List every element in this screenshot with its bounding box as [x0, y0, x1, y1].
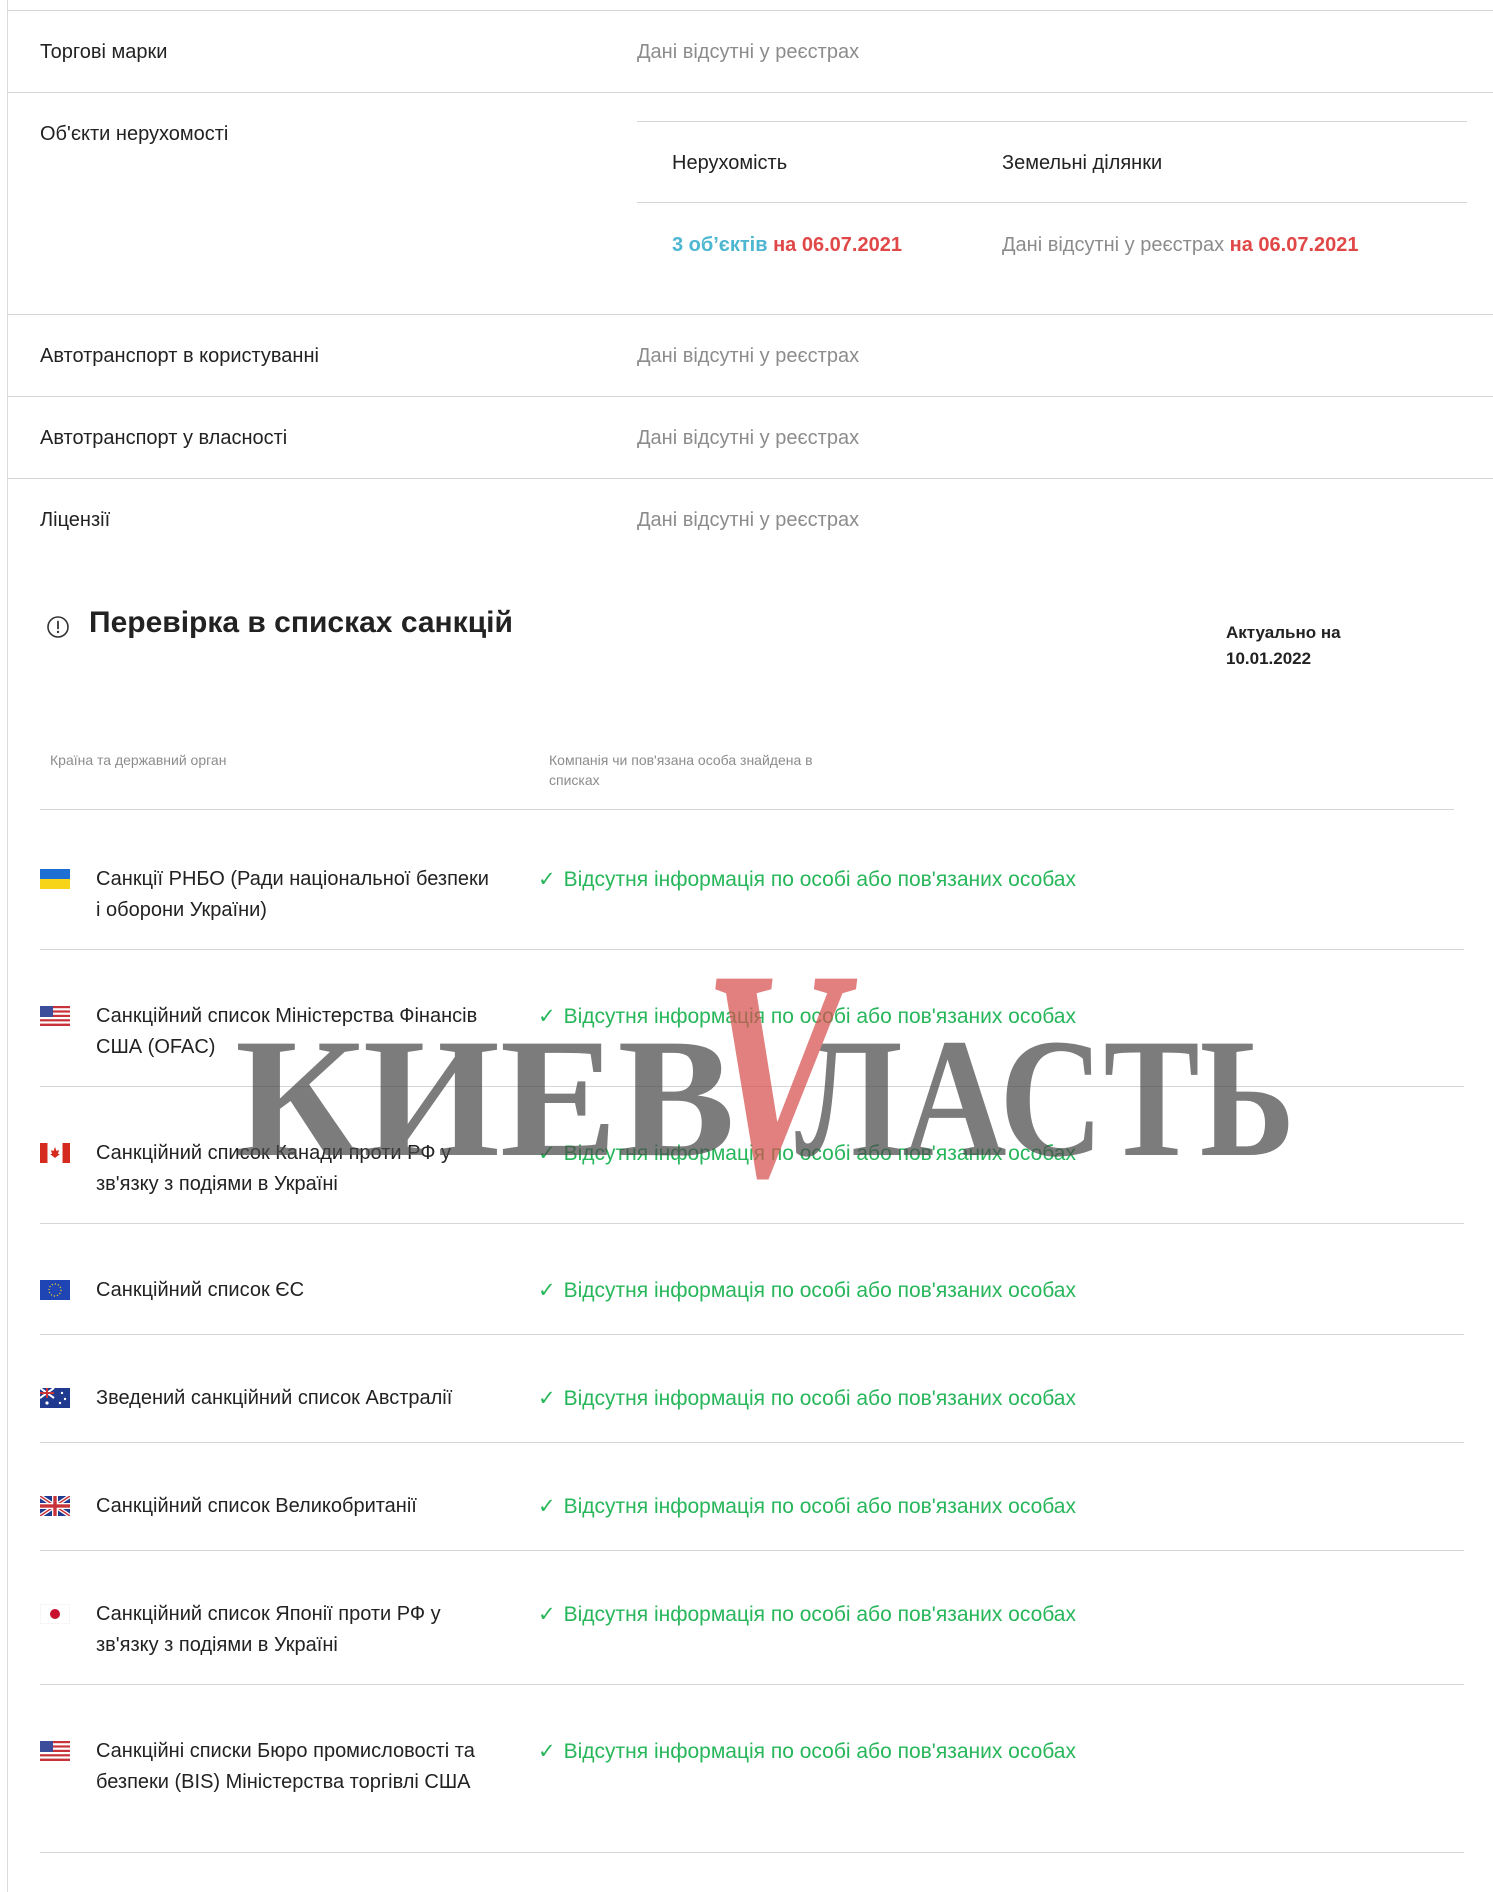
col-country-header: Країна та державний орган [50, 752, 227, 768]
land-value: Дані відсутні у реєстрах [1002, 234, 1225, 256]
usa-flag-icon [40, 1006, 70, 1026]
vehicles-own-value: Дані відсутні у реєстрах [637, 427, 860, 449]
status-text: Відсутня інформація по особі або пов'яза… [563, 1005, 1076, 1028]
land-cell: Дані відсутні у реєстрах на 06.07.2021 [1002, 234, 1359, 257]
sanction-row: Санкційний список Канади проти РФ у зв'я… [40, 1138, 1464, 1224]
sanctions-title: Перевірка в списках санкцій [89, 606, 513, 639]
status-text: Відсутня інформація по особі або пов'яза… [563, 1387, 1076, 1410]
vehicles-use-value: Дані відсутні у реєстрах [637, 345, 860, 367]
sanction-status: ✓ Відсутня інформація по особі або пов'яз… [538, 1001, 1076, 1032]
trademarks-value: Дані відсутні у реєстрах [637, 41, 860, 63]
sanction-row: Санкції РНБО (Ради національної безпеки … [40, 864, 1464, 950]
col-found-line2: списках [549, 772, 600, 788]
status-text: Відсутня інформація по особі або пов'яза… [563, 1279, 1076, 1302]
usa-flag-icon [40, 1741, 70, 1761]
sanction-status: ✓ Відсутня інформація по особі або пов'яз… [538, 864, 1076, 895]
sanction-status: ✓ Відсутня інформація по особі або пов'яз… [538, 1599, 1076, 1630]
col-found-header: Компанія чи пов'язана особа знайдена в с… [549, 750, 813, 790]
actual-date: 10.01.2022 [1226, 649, 1312, 668]
vehicles-use-label: Автотранспорт в користуванні [40, 345, 319, 367]
canada-flag-icon [40, 1143, 70, 1163]
sanction-status: ✓ Відсутня інформація по особі або пов'яз… [538, 1383, 1076, 1414]
sanction-status: ✓ Відсутня інформація по особі або пов'яз… [538, 1491, 1076, 1522]
status-text: Відсутня інформація по особі або пов'яза… [563, 1603, 1076, 1626]
sanction-status: ✓ Відсутня інформація по особі або пов'яз… [538, 1138, 1076, 1169]
col-land: Земельні ділянки [1002, 152, 1163, 174]
sanction-row: Санкційний список Міністерства Фінансів … [40, 1001, 1464, 1087]
property-count-link[interactable]: 3 об’єктів [672, 234, 768, 256]
australia-flag-icon [40, 1388, 70, 1408]
check-icon: ✓ [538, 868, 556, 891]
sanction-list-name: Санкційний список ЄС [96, 1279, 305, 1301]
check-icon: ✓ [538, 1495, 556, 1518]
sanction-list-name: Санкційний список Канади проти РФ у зв'я… [96, 1142, 451, 1195]
real-estate-label: Об'єкти нерухомості [40, 123, 229, 145]
trademarks-label: Торгові марки [40, 41, 168, 63]
status-text: Відсутня інформація по особі або пов'яза… [563, 1142, 1076, 1165]
sanction-row: Санкційні списки Бюро промисловості та б… [40, 1736, 1464, 1853]
check-icon: ✓ [538, 1603, 556, 1626]
licenses-label: Ліцензії [40, 509, 111, 531]
sanction-row: Санкційний список ЄС ✓ Відсутня інформаці… [40, 1275, 1464, 1335]
actual-label: Актуально на [1226, 623, 1341, 642]
row-trademarks: Торгові марки Дані відсутні у реєстрах [7, 10, 1493, 92]
sanction-row: Зведений санкційний список Австралії ✓ Ві… [40, 1383, 1464, 1443]
alert-circle-icon [47, 616, 69, 638]
property-cell: 3 об’єктів на 06.07.2021 [672, 234, 902, 257]
check-icon: ✓ [538, 1142, 556, 1165]
sanction-status: ✓ Відсутня інформація по особі або пов'яз… [538, 1275, 1076, 1306]
uk-flag-icon [40, 1496, 70, 1516]
col-found-line1: Компанія чи пов'язана особа знайдена в [549, 752, 813, 768]
eu-flag-icon [40, 1280, 70, 1300]
row-real-estate: Об'єкти нерухомості Нерухомість Земельні… [7, 92, 1493, 314]
status-text: Відсутня інформація по особі або пов'яза… [563, 1740, 1076, 1763]
col-property: Нерухомість [672, 152, 788, 174]
vehicles-own-label: Автотранспорт у власності [40, 427, 288, 449]
check-icon: ✓ [538, 1387, 556, 1410]
ukraine-flag-icon [40, 869, 70, 889]
sanction-list-name: Санкційні списки Бюро промисловості та б… [96, 1740, 475, 1793]
land-date: на 06.07.2021 [1229, 234, 1359, 256]
actual-date-block: Актуально на 10.01.2022 [1226, 620, 1396, 672]
row-licenses: Ліцензії Дані відсутні у реєстрах [7, 478, 1493, 538]
sanction-row: Санкційний список Великобританії ✓ Відсут… [40, 1491, 1464, 1551]
row-vehicles-use: Автотранспорт в користуванні Дані відсут… [7, 314, 1493, 396]
sanction-list-name: Санкційний список Японії проти РФ у зв'я… [96, 1603, 441, 1656]
status-text: Відсутня інформація по особі або пов'яза… [563, 868, 1076, 891]
property-date: на 06.07.2021 [773, 234, 902, 256]
licenses-value: Дані відсутні у реєстрах [637, 509, 860, 531]
header-divider [40, 809, 1454, 810]
sanction-row: Санкційний список Японії проти РФ у зв'я… [40, 1599, 1464, 1685]
row-vehicles-own: Автотранспорт у власності Дані відсутні … [7, 396, 1493, 478]
check-icon: ✓ [538, 1279, 556, 1302]
japan-flag-icon [40, 1604, 70, 1624]
sanction-list-name: Санкційний список Великобританії [96, 1495, 417, 1517]
check-icon: ✓ [538, 1740, 556, 1763]
sanction-list-name: Санкційний список Міністерства Фінансів … [96, 1005, 478, 1058]
check-icon: ✓ [538, 1005, 556, 1028]
sanction-list-name: Зведений санкційний список Австралії [96, 1387, 453, 1409]
sanction-status: ✓ Відсутня інформація по особі або пов'яз… [538, 1736, 1076, 1767]
status-text: Відсутня інформація по особі або пов'яза… [563, 1495, 1076, 1518]
sanction-list-name: Санкції РНБО (Ради національної безпеки … [96, 868, 489, 921]
